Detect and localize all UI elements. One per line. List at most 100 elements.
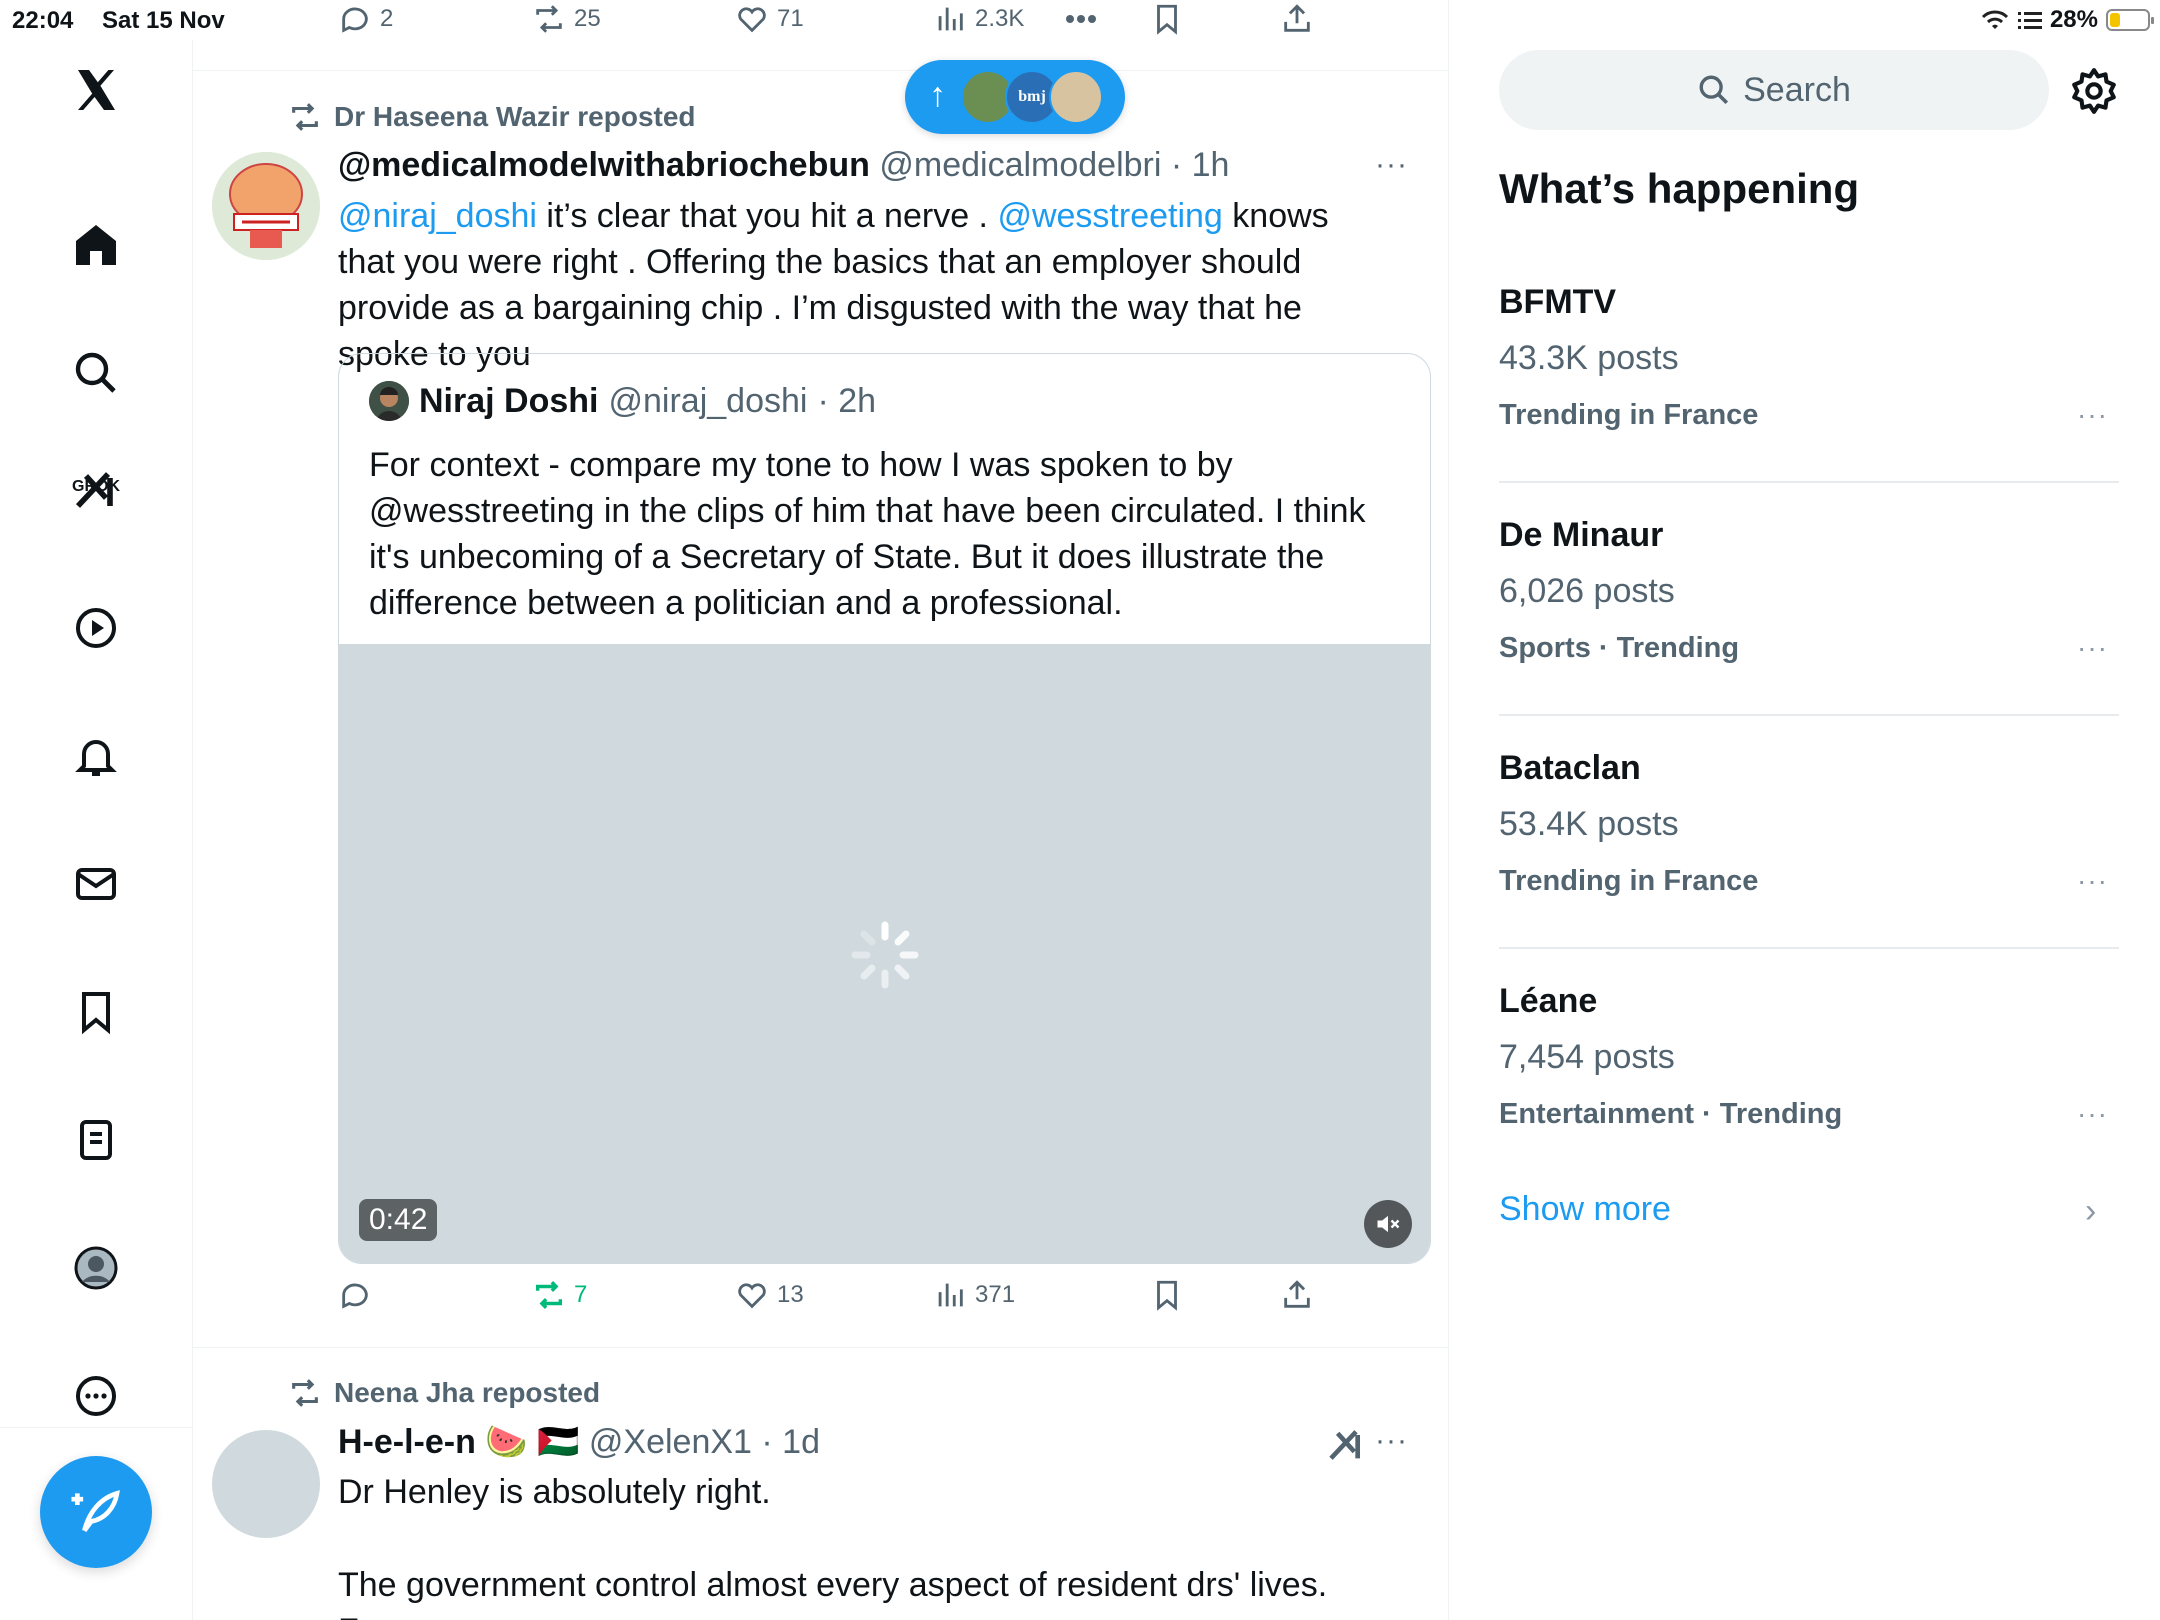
views-count: 371 — [975, 1281, 1016, 1308]
bookmark-button[interactable] — [1150, 1278, 1184, 1312]
compose-button[interactable] — [40, 1456, 152, 1568]
search-icon[interactable] — [56, 333, 136, 413]
author-name[interactable]: @medicalmodelwithabriochebun — [338, 146, 870, 184]
repost-context[interactable]: Dr Haseena Wazir reposted — [288, 100, 696, 134]
tweet-text-part: it’s clear that you hit a nerve . — [536, 197, 998, 235]
grok-label: GROK — [72, 478, 120, 495]
views-icon — [938, 7, 963, 31]
sidebar: GROK — [0, 40, 193, 1620]
right-column: Search What’s happening BFMTV 43.3K post… — [1449, 0, 2160, 1620]
reply-button[interactable]: 2 — [338, 2, 393, 36]
timeline[interactable]: 2 25 71 2.3K Dr Haseena Wazir reposted @… — [193, 0, 1449, 1620]
tweet-more-button[interactable]: ··· — [1375, 148, 1408, 182]
like-count: 71 — [777, 5, 804, 32]
mute-button[interactable] — [1364, 1200, 1412, 1248]
home-icon[interactable] — [56, 205, 136, 285]
quoted-tweet[interactable]: Niraj Doshi @niraj_doshi · 2h For contex… — [338, 353, 1431, 1264]
reply-icon — [342, 7, 368, 33]
repost-count: 25 — [574, 5, 601, 32]
trend-more-button[interactable]: ··· — [2077, 1098, 2108, 1130]
tweet-more-button[interactable]: ··· — [1375, 1424, 1408, 1458]
trend-meta: Trending in France — [1499, 399, 1759, 431]
repost-icon — [292, 103, 318, 131]
tweet-time[interactable]: · 1h — [1171, 146, 1230, 184]
repost-icon — [292, 1379, 318, 1407]
trend-item[interactable]: Léane 7,454 posts Entertainment · Trendi… — [1499, 982, 2124, 1214]
like-button[interactable]: 13 — [735, 1278, 804, 1312]
views-button[interactable]: 2.3K — [933, 2, 1024, 36]
quote-text: For context - compare my tone to how I w… — [369, 446, 1366, 622]
trend-more-button[interactable]: ··· — [2077, 865, 2108, 897]
repost-context[interactable]: Neena Jha reposted — [288, 1376, 600, 1410]
mention-link[interactable]: @wesstreeting — [997, 197, 1222, 235]
quote-author-name: Niraj Doshi — [419, 381, 599, 420]
bell-icon[interactable] — [56, 716, 136, 796]
trend-name: BFMTV — [1499, 283, 1617, 321]
share-button[interactable] — [1280, 2, 1314, 36]
heart-icon — [738, 7, 766, 33]
profile-icon[interactable] — [56, 1228, 136, 1308]
trend-posts: 43.3K posts — [1499, 339, 1679, 377]
more-icon[interactable] — [56, 1356, 136, 1436]
video-player[interactable]: 0:42 — [339, 644, 1430, 1263]
quote-author-handle: @niraj_doshi — [608, 381, 808, 420]
gear-icon[interactable] — [2069, 66, 2119, 116]
status-time: 22:04 — [12, 7, 74, 34]
repost-button[interactable]: 25 — [532, 2, 601, 36]
mention-link[interactable]: @niraj_doshi — [338, 197, 537, 235]
bookmark-icon[interactable] — [56, 972, 136, 1052]
author-handle[interactable]: @medicalmodelbri — [879, 146, 1161, 184]
like-count: 13 — [777, 1281, 804, 1308]
search-input[interactable]: Search — [1499, 50, 2049, 130]
avatar[interactable] — [212, 152, 320, 260]
trend-posts: 53.4K posts — [1499, 805, 1679, 843]
repost-icon — [536, 5, 562, 33]
like-button[interactable]: 71 — [735, 2, 804, 36]
loading-spinner-icon — [851, 921, 919, 989]
reply-button[interactable] — [338, 1278, 372, 1312]
x-logo-icon[interactable] — [56, 50, 136, 130]
trend-item[interactable]: Bataclan 53.4K posts Trending in France … — [1499, 749, 2124, 981]
tweet-time[interactable]: · 1d — [761, 1423, 820, 1461]
dots-icon — [1066, 15, 1096, 23]
mail-icon[interactable] — [56, 844, 136, 924]
pill-avatar — [1049, 70, 1103, 124]
trend-item[interactable]: De Minaur 6,026 posts Sports · Trending … — [1499, 516, 2124, 748]
trend-divider — [1499, 714, 2119, 716]
share-button[interactable] — [1280, 1278, 1314, 1312]
reposted-by: Neena Jha reposted — [334, 1377, 601, 1408]
speaker-muted-icon — [1377, 1215, 1400, 1233]
tweet-text: @niraj_doshi it’s clear that you hit a n… — [338, 193, 1338, 377]
trend-name: De Minaur — [1499, 516, 1664, 554]
trend-more-button[interactable]: ··· — [2077, 632, 2108, 664]
gmc-avatar-image — [212, 152, 320, 260]
views-icon — [938, 1283, 963, 1307]
bookmark-icon — [1157, 1280, 1177, 1311]
new-posts-pill[interactable]: ↑ bmj — [905, 60, 1125, 134]
video-duration: 0:42 — [359, 1199, 438, 1241]
views-button[interactable]: 371 — [933, 1278, 1015, 1312]
author-name[interactable]: H-e-l-e-n 🍉 🇵🇸 — [338, 1423, 579, 1461]
avatar[interactable] — [212, 1430, 320, 1538]
author-handle[interactable]: @XelenX1 — [589, 1423, 752, 1461]
reply-icon — [342, 1283, 368, 1309]
lists-icon[interactable] — [56, 1100, 136, 1180]
share-icon — [1284, 4, 1310, 32]
bookmark-button[interactable] — [1150, 2, 1184, 36]
share-icon — [1284, 1280, 1310, 1308]
show-more-link[interactable]: Show more — [1499, 1190, 1671, 1229]
video-icon[interactable] — [56, 588, 136, 668]
quote-time: · 2h — [817, 381, 877, 420]
grok-icon[interactable] — [1326, 1425, 1366, 1465]
quote-header: Niraj Doshi @niraj_doshi · 2h — [369, 381, 876, 421]
trend-meta: Trending in France — [1499, 865, 1759, 897]
chevron-right-icon[interactable]: › — [2085, 1192, 2096, 1231]
quote-avatar — [369, 381, 409, 421]
trend-item[interactable]: BFMTV 43.3K posts Trending in France ··· — [1499, 283, 2124, 515]
trend-name: Bataclan — [1499, 749, 1641, 787]
grok-more-button[interactable] — [1058, 2, 1104, 36]
repost-button[interactable]: 7 — [532, 1278, 587, 1312]
bookmark-icon — [1157, 4, 1177, 35]
trend-divider — [1499, 947, 2119, 949]
trend-more-button[interactable]: ··· — [2077, 399, 2108, 431]
